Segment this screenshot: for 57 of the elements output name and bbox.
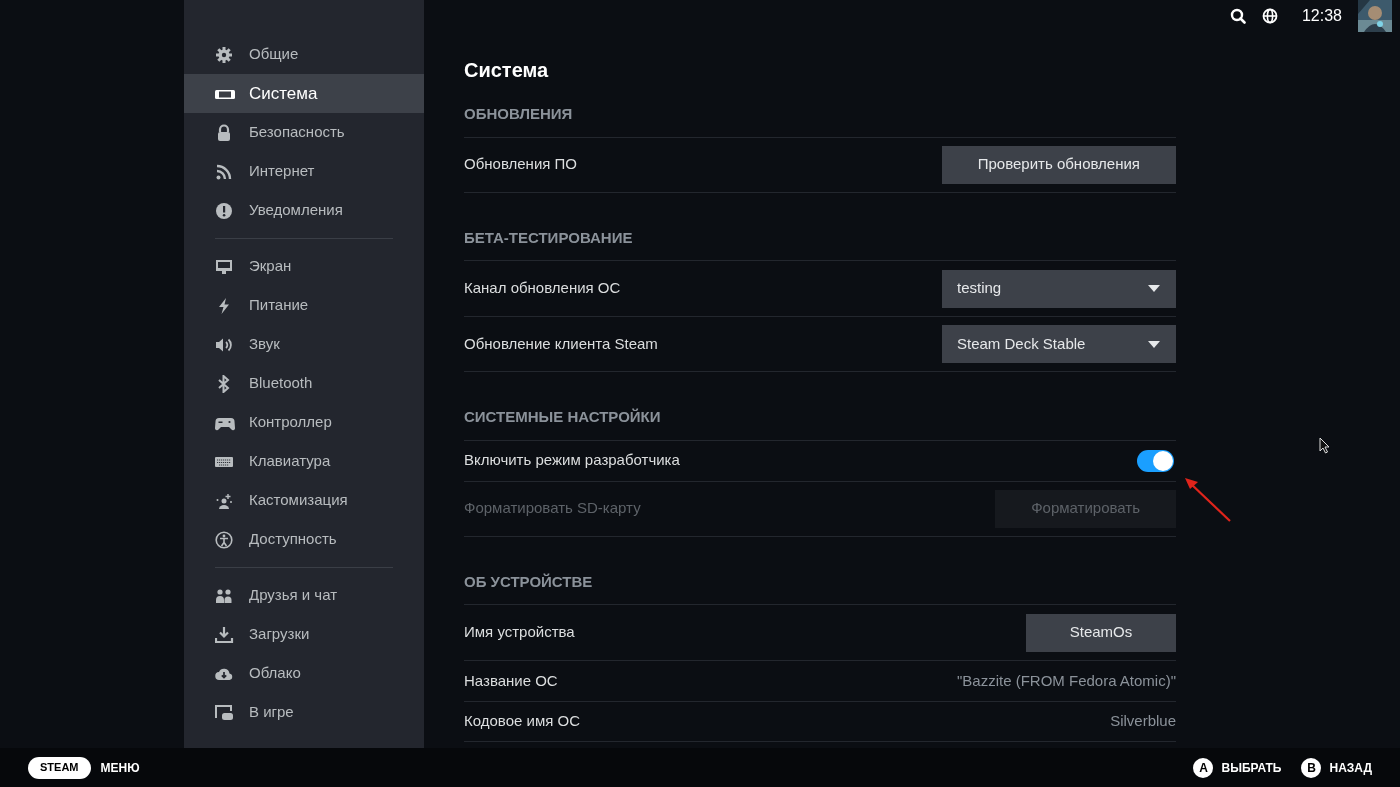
alert-icon	[215, 201, 235, 220]
sidebar-item[interactable]: Клавиатура	[184, 442, 424, 481]
sidebar-item[interactable]: Звук	[184, 325, 424, 364]
dropdown[interactable]: testing	[942, 269, 1176, 308]
setting-label: Кодовое имя ОС	[464, 711, 580, 732]
section-heading: БЕТА-ТЕСТИРОВАНИЕ	[464, 227, 634, 248]
sidebar-item[interactable]: Загрузки	[184, 615, 424, 654]
section-heading: ОБ УСТРОЙСТВЕ	[464, 571, 594, 592]
sidebar-item[interactable]: Контроллер	[184, 403, 424, 442]
sidebar-item[interactable]: Уведомления	[184, 191, 424, 230]
sidebar-item[interactable]: Bluetooth	[184, 364, 424, 403]
sidebar-item[interactable]: Экран	[184, 247, 424, 286]
action-label: ВЫБРАТЬ	[1221, 759, 1282, 777]
sidebar-item[interactable]: Безопасность	[184, 113, 424, 152]
people-icon	[215, 586, 235, 605]
setting-label: Канал обновления ОС	[464, 278, 621, 299]
section-heading: ОБНОВЛЕНИЯ	[464, 104, 574, 124]
setting-label: Название ОС	[464, 670, 558, 691]
gear-icon	[215, 45, 235, 64]
download-icon	[215, 625, 235, 644]
settings-button[interactable]: Проверить обновления	[941, 145, 1176, 184]
setting-label: Форматировать SD-карту	[464, 498, 641, 519]
controller-button-icon: A	[1193, 757, 1214, 778]
sidebar-item[interactable]: Общие	[184, 35, 424, 74]
sidebar-item[interactable]: Система	[184, 74, 424, 113]
steam-button[interactable]: STEAM	[28, 756, 91, 779]
sidebar-item[interactable]: Облако	[184, 654, 424, 693]
setting-value: "Bazzite (FROM Fedora Atomic)"	[956, 670, 1176, 691]
sidebar-item[interactable]: Доступность	[184, 520, 424, 559]
caret-icon	[1148, 285, 1160, 292]
setting-value: Silverblue	[1110, 711, 1176, 732]
monitor-icon	[215, 257, 235, 276]
toggle-switch[interactable]	[1137, 449, 1174, 472]
section-heading: СИСТЕМНЫЕ НАСТРОЙКИ	[464, 407, 662, 427]
settings-button[interactable]: SteamOs	[1026, 613, 1176, 652]
sidebar-item[interactable]: Интернет	[184, 152, 424, 191]
setting-label: Имя устройства	[464, 622, 575, 643]
clock-time: 12:38	[1301, 6, 1342, 26]
search-icon[interactable]	[1229, 8, 1246, 24]
cursor-icon	[1319, 437, 1330, 454]
menu-label: МЕНЮ	[100, 759, 140, 777]
screen-gamepad-icon	[215, 703, 235, 722]
page-title: Система	[464, 58, 550, 83]
dropdown[interactable]: Steam Deck Stable	[942, 325, 1176, 363]
sidebar-item[interactable]: Кастомизация	[184, 481, 424, 520]
setting-label: Включить режим разработчика	[464, 450, 680, 471]
action-label: НАЗАД	[1329, 759, 1372, 777]
setting-label: Обновления ПО	[464, 154, 577, 175]
controller-button-icon: B	[1301, 757, 1322, 778]
sparkle-person-icon	[215, 491, 235, 510]
caret-icon	[1148, 340, 1160, 348]
setting-label: Обновление клиента Steam	[464, 333, 658, 354]
sidebar-item[interactable]: Питание	[184, 286, 424, 325]
globe-icon[interactable]	[1261, 8, 1278, 24]
sidebar-item[interactable]: Друзья и чат	[184, 576, 424, 615]
accessibility-icon	[215, 530, 235, 549]
sidebar-item[interactable]: В игре	[184, 693, 424, 732]
